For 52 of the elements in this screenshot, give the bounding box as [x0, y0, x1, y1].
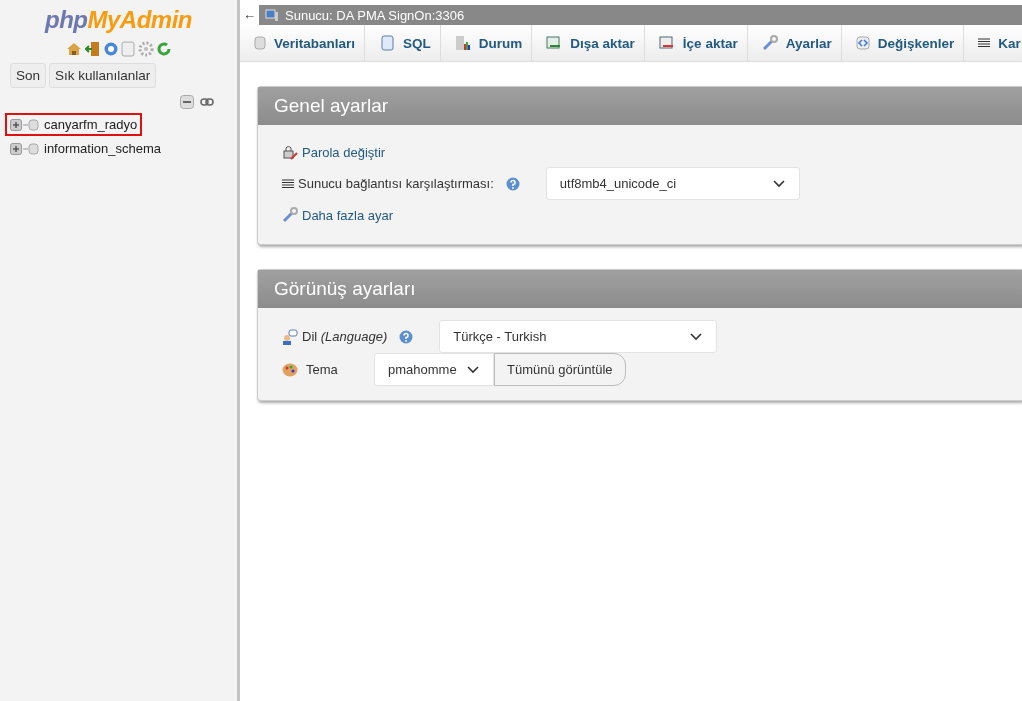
import-icon: [658, 36, 675, 50]
panel-title: Genel ayarlar: [258, 87, 1022, 125]
sidebar-tab[interactable]: Sık kullanılanlar: [49, 63, 157, 88]
panel-title: Görünüş ayarları: [258, 270, 1022, 308]
database-item[interactable]: canyarfm_radyo: [5, 113, 143, 136]
field-label: Tema: [306, 362, 339, 377]
nav-tab[interactable]: Ayarlar: [747, 25, 842, 61]
settings-link[interactable]: Parola değiştir: [302, 144, 386, 160]
chevron-down-icon: [690, 332, 703, 341]
expand-icon[interactable]: [10, 118, 22, 131]
field-label: Dil (Language): [302, 329, 388, 344]
server-icon: [265, 8, 279, 22]
database-name: information_schema: [44, 141, 162, 156]
wrench-icon: [761, 35, 778, 51]
lock-pencil-icon: [282, 144, 298, 160]
dropdown[interactable]: utf8mb4_unicode_ci: [545, 167, 800, 200]
bar-chart-icon: [454, 35, 471, 51]
view-all-button[interactable]: Tümünü görüntüle: [494, 353, 626, 386]
nav-tab[interactable]: Durum: [440, 25, 533, 61]
nav-tab[interactable]: SQL: [365, 25, 441, 61]
code-icon: [855, 36, 870, 50]
dropdown[interactable]: Türkçe - Turkish: [439, 320, 718, 353]
nav-tab[interactable]: Veritabanları: [240, 25, 366, 61]
collapse-icon[interactable]: [180, 95, 194, 109]
nav-tab[interactable]: İçe aktar: [644, 25, 748, 61]
database-icon: [254, 36, 266, 50]
nav-tab[interactable]: Dışa aktar: [532, 25, 645, 61]
link-icon[interactable]: [200, 97, 214, 107]
logo-text[interactable]: phpMyAdmin: [45, 6, 192, 34]
person-speech-icon: [282, 328, 298, 345]
reload-icon[interactable]: [157, 42, 171, 56]
dropdown[interactable]: pmahomme: [374, 353, 494, 386]
expand-icon[interactable]: [10, 142, 22, 155]
database-icon: [23, 118, 39, 131]
sidebar-tab[interactable]: Son: [10, 63, 47, 88]
chevron-down-icon: [467, 365, 479, 374]
database-name: canyarfm_radyo: [44, 117, 138, 132]
wrench-icon: [282, 207, 298, 223]
chevron-down-icon: [772, 179, 785, 188]
settings-link[interactable]: Daha fazla ayar: [302, 207, 394, 223]
database-icon: [23, 142, 39, 155]
list-icon: [978, 38, 991, 48]
palette-icon: [282, 362, 298, 377]
home-icon[interactable]: [66, 41, 82, 57]
export-icon: [546, 36, 563, 50]
field-label: Sunucu bağlantısı karşılaştırması:: [298, 176, 494, 191]
list-icon: [282, 178, 294, 189]
database-item[interactable]: information_schema: [5, 137, 167, 160]
server-link[interactable]: Sunucu: DA PMA SignOn:3306: [285, 7, 465, 23]
exit-door-icon[interactable]: [85, 41, 101, 57]
settings-icon[interactable]: [138, 41, 154, 57]
nav-tab[interactable]: Değişkenler: [841, 25, 965, 61]
